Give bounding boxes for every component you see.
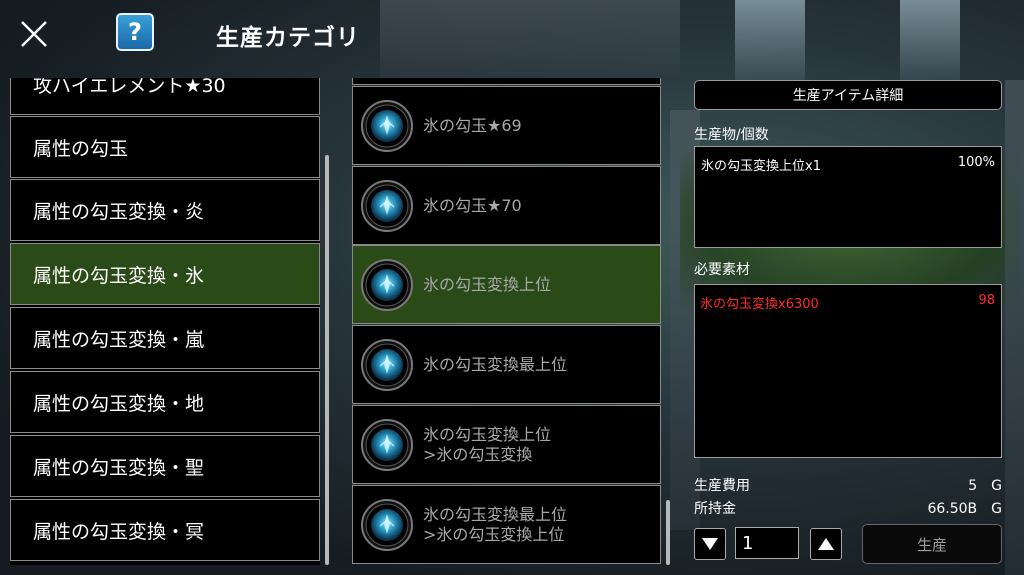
close-icon <box>21 21 47 47</box>
item-scrollbar[interactable] <box>666 500 670 565</box>
category-label: 属性の勾玉変換・地 <box>33 392 205 415</box>
item-name: 氷の勾玉★70 <box>423 195 522 215</box>
cost-value: 5 G <box>968 478 1002 494</box>
item-row-selected[interactable]: 氷の勾玉変換上位 <box>352 245 661 324</box>
quantity-input[interactable] <box>735 527 799 559</box>
product-rate: 100% <box>957 155 995 170</box>
decrease-quantity-button[interactable] <box>694 528 726 560</box>
category-list: 攻ハイエレメント★30 属性の勾玉 属性の勾玉変換・炎 属性の勾玉変換・氷 属性… <box>10 78 320 565</box>
item-row[interactable]: 氷の勾玉★69 <box>352 86 661 165</box>
materials-box: 氷の勾玉変換x6300 98 <box>694 284 1002 458</box>
item-row[interactable]: 氷の勾玉変換最上位 <box>352 325 661 404</box>
ice-orb-icon <box>360 338 414 392</box>
item-list: 氷の勾玉★69 氷の勾玉★70 氷の勾玉変換上位 氷の勾玉変換最上位 氷の勾玉変… <box>352 78 661 565</box>
help-button[interactable]: ? <box>116 13 154 51</box>
ice-orb-icon <box>360 418 414 472</box>
item-row[interactable]: 氷の勾玉変換上位 >氷の勾玉変換 <box>352 405 661 484</box>
item-name: 氷の勾玉変換上位 <box>423 274 552 294</box>
category-label: 攻ハイエレメント★30 <box>33 78 226 97</box>
ice-orb-icon <box>360 179 414 233</box>
money-label: 所持金 <box>694 501 736 517</box>
money-value: 66.50B G <box>927 501 1002 517</box>
material-name: 氷の勾玉変換x6300 <box>700 297 819 312</box>
materials-label: 必要素材 <box>694 262 750 278</box>
item-source: >氷の勾玉変換 <box>423 444 533 464</box>
ice-orb-icon <box>360 498 414 552</box>
category-item[interactable]: 属性の勾玉変換・地 <box>10 371 320 433</box>
item-name: 氷の勾玉★69 <box>423 115 522 135</box>
increase-quantity-button[interactable] <box>810 528 842 560</box>
category-item[interactable]: 属性の勾玉変換・冥 <box>10 499 320 561</box>
item-row[interactable]: 氷の勾玉変換最上位 >氷の勾玉変換上位 <box>352 485 661 564</box>
category-item[interactable]: 属性の勾玉変換・聖 <box>10 435 320 497</box>
ice-orb-icon <box>360 258 414 312</box>
category-item[interactable]: 属性の勾玉変換・炎 <box>10 179 320 241</box>
category-label: 属性の勾玉変換・嵐 <box>33 328 205 351</box>
item-row[interactable]: 氷の勾玉★70 <box>352 166 661 245</box>
ice-orb-icon <box>360 99 414 153</box>
material-owned: 98 <box>978 293 995 308</box>
cost-label: 生産費用 <box>694 478 750 494</box>
category-label: 属性の勾玉変換・冥 <box>33 520 205 543</box>
category-label: 属性の勾玉変換・炎 <box>33 200 205 223</box>
category-item[interactable]: 属性の勾玉 <box>10 116 320 178</box>
item-name: 氷の勾玉変換最上位 <box>423 354 568 374</box>
triangle-up-icon <box>818 538 834 550</box>
category-label: 属性の勾玉 <box>33 137 129 160</box>
item-source: >氷の勾玉変換上位 <box>423 524 565 544</box>
product-box: 氷の勾玉変換上位x1 100% <box>694 146 1002 248</box>
item-name: 氷の勾玉変換最上位 <box>423 504 568 524</box>
page-title: 生産カテゴリ <box>216 25 360 51</box>
detail-header: 生産アイテム詳細 <box>694 80 1002 110</box>
product-name: 氷の勾玉変換上位x1 <box>701 159 821 174</box>
triangle-down-icon <box>702 538 718 550</box>
category-label: 属性の勾玉変換・氷 <box>33 264 205 287</box>
category-item[interactable]: 攻ハイエレメント★30 <box>10 78 320 115</box>
category-label: 属性の勾玉変換・聖 <box>33 456 205 479</box>
category-item[interactable]: 属性の勾玉変換・嵐 <box>10 307 320 369</box>
product-label: 生産物/個数 <box>694 127 769 143</box>
item-name: 氷の勾玉変換上位 <box>423 424 552 444</box>
produce-button[interactable]: 生産 <box>862 524 1002 564</box>
help-icon: ? <box>128 18 142 46</box>
category-item-selected[interactable]: 属性の勾玉変換・氷 <box>10 243 320 305</box>
category-scrollbar[interactable] <box>325 155 329 565</box>
close-button[interactable] <box>18 18 50 50</box>
